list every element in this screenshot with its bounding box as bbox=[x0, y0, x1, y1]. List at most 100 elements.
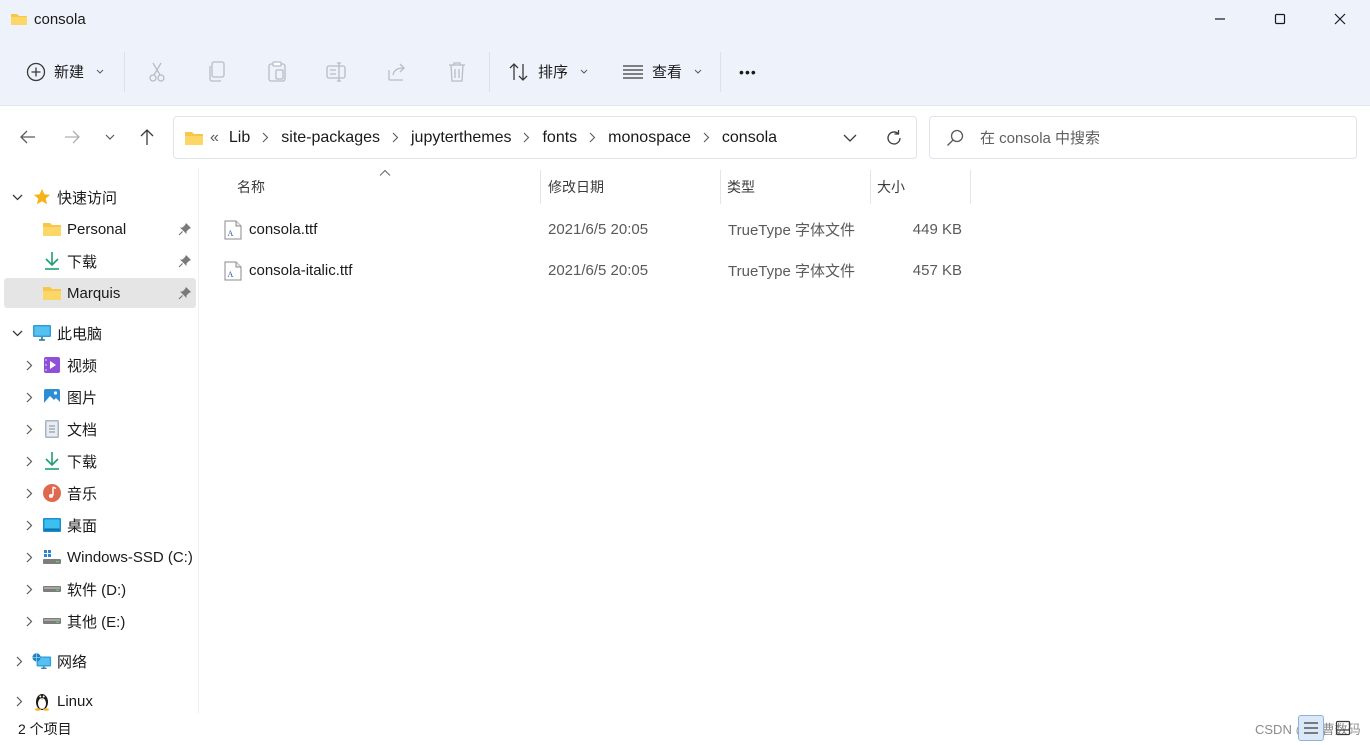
column-divider[interactable] bbox=[720, 170, 721, 204]
sidebar-item-drive-e[interactable]: 其他 (E:) bbox=[4, 606, 196, 636]
column-divider[interactable] bbox=[540, 170, 541, 204]
chevron-right-icon[interactable] bbox=[12, 654, 26, 668]
pin-icon[interactable] bbox=[178, 286, 192, 300]
chevron-right-icon[interactable] bbox=[22, 486, 36, 500]
chevron-right-icon[interactable] bbox=[392, 132, 399, 143]
address-bar[interactable]: « Lib site-packages jupyterthemes fonts … bbox=[173, 116, 917, 159]
sidebar-item-label: 网络 bbox=[57, 653, 88, 671]
sidebar-item-quick-access[interactable]: 快速访问 bbox=[4, 182, 196, 212]
title-bar: consola bbox=[0, 0, 1370, 38]
copy-button[interactable] bbox=[187, 52, 247, 92]
penguin-icon bbox=[32, 691, 52, 711]
column-header-date[interactable]: 修改日期 bbox=[548, 170, 604, 204]
sidebar-item-marquis[interactable]: Marquis bbox=[4, 278, 196, 308]
maximize-button[interactable] bbox=[1250, 0, 1310, 38]
chevron-down-icon bbox=[96, 69, 104, 74]
chevron-right-icon[interactable] bbox=[22, 582, 36, 596]
breadcrumb-item[interactable]: Lib bbox=[229, 129, 250, 147]
minimize-button[interactable] bbox=[1190, 0, 1250, 38]
pane-splitter[interactable] bbox=[198, 168, 199, 713]
sidebar-item-label: Linux bbox=[57, 692, 93, 710]
search-box[interactable]: 在 consola 中搜索 bbox=[929, 116, 1357, 159]
pin-icon[interactable] bbox=[178, 254, 192, 268]
sidebar-item-drive-c[interactable]: Windows-SSD (C:) bbox=[4, 542, 196, 572]
new-button[interactable]: 新建 bbox=[26, 52, 104, 92]
file-date: 2021/6/5 20:05 bbox=[548, 261, 649, 279]
chevron-right-icon[interactable] bbox=[22, 422, 36, 436]
sidebar-item-pictures[interactable]: 图片 bbox=[4, 382, 196, 412]
chevron-right-icon[interactable] bbox=[22, 550, 36, 564]
column-header-name[interactable]: 名称 bbox=[237, 170, 265, 204]
new-label: 新建 bbox=[54, 64, 85, 81]
breadcrumb-item[interactable]: consola bbox=[722, 129, 777, 147]
more-options-button[interactable]: ••• bbox=[739, 52, 757, 92]
column-divider[interactable] bbox=[870, 170, 871, 204]
maximize-icon bbox=[1274, 13, 1286, 25]
chevron-down-icon[interactable] bbox=[10, 326, 24, 340]
cut-button[interactable] bbox=[127, 52, 187, 92]
chevron-right-icon[interactable] bbox=[22, 358, 36, 372]
sidebar-item-desktop[interactable]: 桌面 bbox=[4, 510, 196, 540]
sort-button[interactable]: 排序 bbox=[508, 52, 588, 92]
desktop-icon bbox=[42, 515, 62, 535]
pin-icon[interactable] bbox=[178, 222, 192, 236]
column-header-type[interactable]: 类型 bbox=[727, 170, 755, 204]
file-name: consola.ttf bbox=[249, 220, 318, 238]
thumbnail-view-button[interactable] bbox=[1330, 715, 1356, 741]
sidebar-item-network[interactable]: 网络 bbox=[4, 646, 196, 676]
window-title: consola bbox=[34, 10, 86, 28]
sidebar-item-label: 软件 (D:) bbox=[67, 581, 127, 599]
up-button[interactable] bbox=[132, 122, 162, 152]
view-button[interactable]: 查看 bbox=[622, 52, 702, 92]
breadcrumb-item[interactable]: jupyterthemes bbox=[411, 129, 512, 147]
share-button[interactable] bbox=[367, 52, 427, 92]
chevron-down-icon bbox=[580, 69, 588, 74]
address-history-button[interactable] bbox=[828, 117, 872, 158]
sidebar-item-this-pc[interactable]: 此电脑 bbox=[4, 318, 196, 348]
sidebar-item-documents[interactable]: 文档 bbox=[4, 414, 196, 444]
chevron-down-icon[interactable] bbox=[10, 190, 24, 204]
chevron-right-icon[interactable] bbox=[22, 518, 36, 532]
sidebar-item-label: 文档 bbox=[67, 421, 98, 439]
system-drive-icon bbox=[42, 547, 62, 567]
details-view-button[interactable] bbox=[1298, 715, 1324, 741]
search-input[interactable]: 在 consola 中搜索 bbox=[980, 127, 1100, 148]
column-divider[interactable] bbox=[970, 170, 971, 204]
breadcrumb-item[interactable]: fonts bbox=[542, 129, 577, 147]
sidebar-item-linux[interactable]: Linux bbox=[4, 686, 196, 716]
view-toggles bbox=[1298, 715, 1356, 741]
chevron-right-icon[interactable] bbox=[22, 390, 36, 404]
chevron-right-icon[interactable] bbox=[262, 132, 269, 143]
music-icon bbox=[42, 483, 62, 503]
rename-button[interactable] bbox=[307, 52, 367, 92]
delete-button[interactable] bbox=[427, 52, 487, 92]
paste-button[interactable] bbox=[247, 52, 307, 92]
details-view-icon bbox=[1304, 722, 1318, 734]
sidebar-item-personal[interactable]: Personal bbox=[4, 214, 196, 244]
chevron-right-icon[interactable] bbox=[22, 454, 36, 468]
sidebar-item-drive-d[interactable]: 软件 (D:) bbox=[4, 574, 196, 604]
refresh-icon bbox=[887, 129, 901, 145]
breadcrumb-item[interactable]: site-packages bbox=[281, 129, 380, 147]
chevron-right-icon[interactable] bbox=[22, 614, 36, 628]
chevron-right-icon[interactable] bbox=[523, 132, 530, 143]
chevron-right-icon[interactable] bbox=[703, 132, 710, 143]
navigation-pane: 快速访问 Personal 下载 Marquis 此电脑 视频 图片 文档 下载… bbox=[0, 168, 198, 713]
recent-locations-button[interactable] bbox=[96, 122, 124, 152]
breadcrumb-overflow[interactable]: « bbox=[210, 129, 219, 147]
refresh-button[interactable] bbox=[872, 117, 916, 158]
breadcrumb-item[interactable]: monospace bbox=[608, 129, 691, 147]
back-button[interactable] bbox=[13, 122, 43, 152]
file-row[interactable]: A consola.ttf 2021/6/5 20:05 TrueType 字体… bbox=[218, 211, 978, 247]
close-button[interactable] bbox=[1310, 0, 1370, 38]
sidebar-item-downloads[interactable]: 下载 bbox=[4, 246, 196, 276]
sidebar-item-videos[interactable]: 视频 bbox=[4, 350, 196, 380]
file-type: TrueType 字体文件 bbox=[728, 262, 855, 280]
file-row[interactable]: A consola-italic.ttf 2021/6/5 20:05 True… bbox=[218, 252, 978, 288]
forward-button[interactable] bbox=[57, 122, 87, 152]
sidebar-item-music[interactable]: 音乐 bbox=[4, 478, 196, 508]
chevron-right-icon[interactable] bbox=[589, 132, 596, 143]
sidebar-item-downloads-pc[interactable]: 下载 bbox=[4, 446, 196, 476]
column-header-size[interactable]: 大小 bbox=[877, 170, 905, 204]
chevron-right-icon[interactable] bbox=[12, 694, 26, 708]
